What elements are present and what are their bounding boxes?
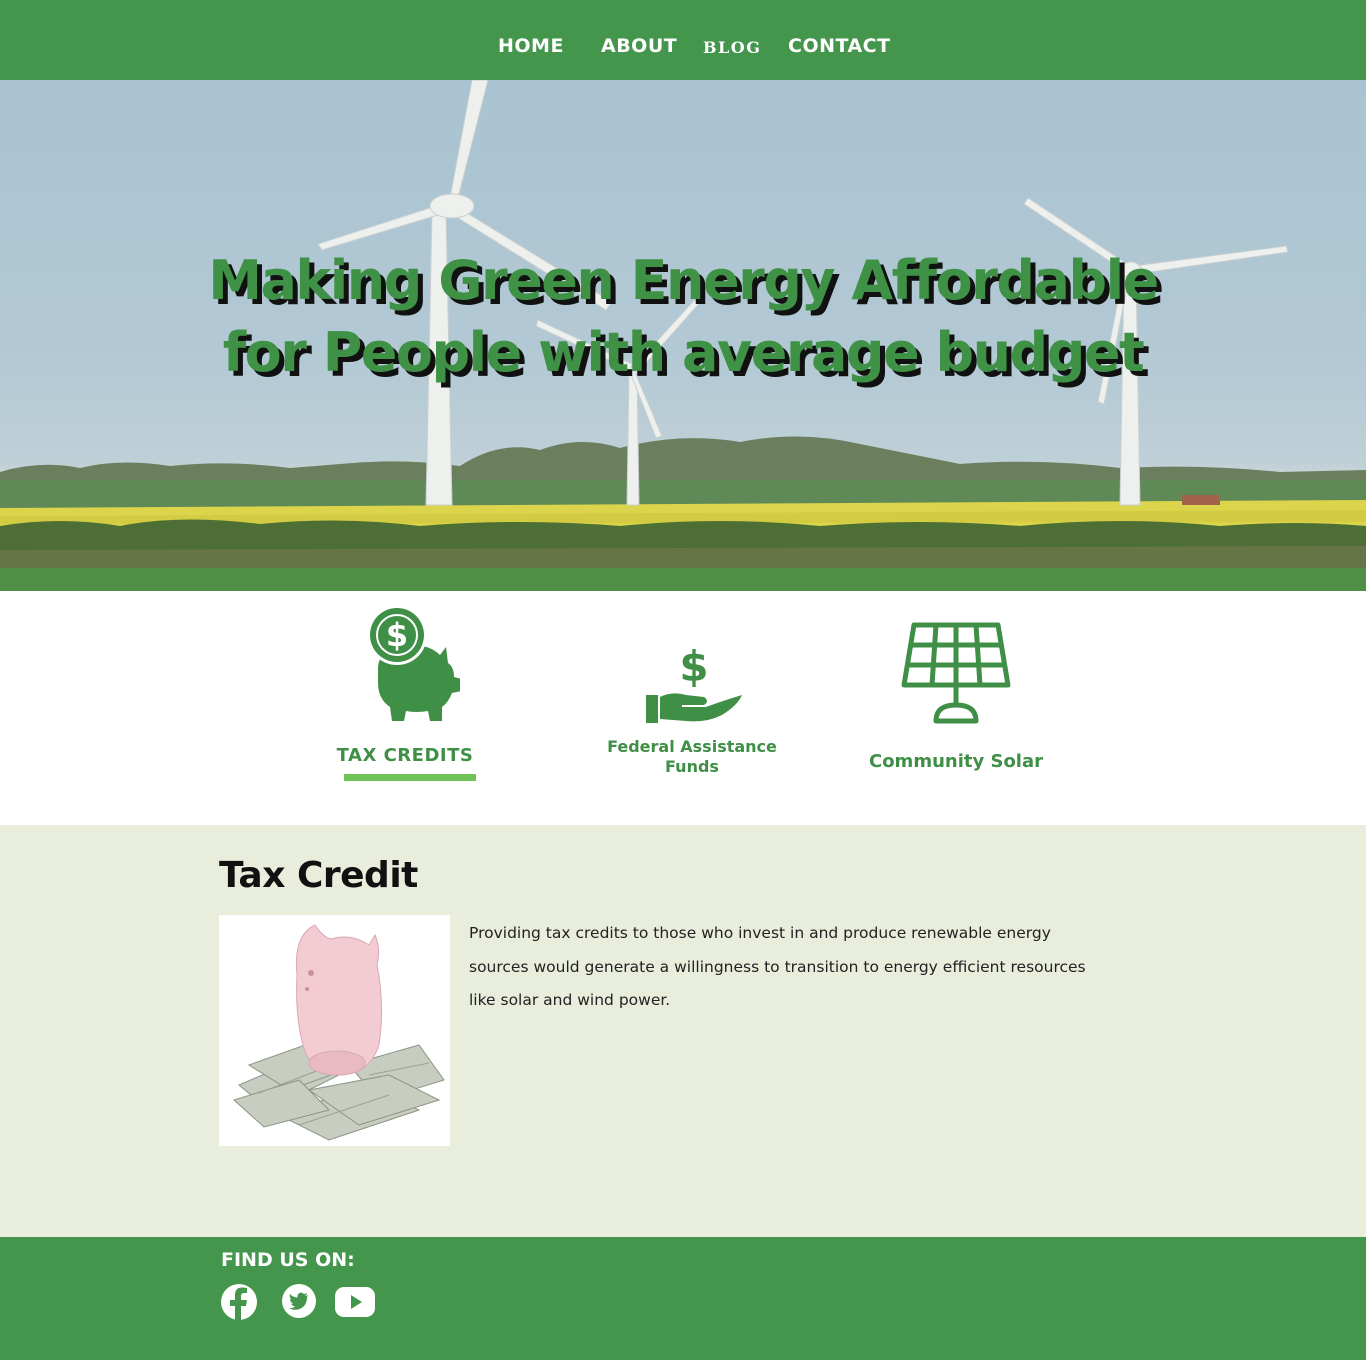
hero-title-line-2: for People with average budget [222,321,1145,384]
footer: FIND US ON: [0,1237,1366,1360]
tax-credit-section: Tax Credit Providing tax credits to thos… [0,825,1366,1237]
facebook-icon[interactable] [220,1283,258,1325]
piggy-bank-coin-icon: $ [367,607,460,721]
tab-community-solar-label: Community Solar [868,751,1043,772]
feature-tabs: $ TAX CREDITS $ Federal Assistance Funds [0,591,1366,825]
dollar-hand-icon: $ [646,645,742,723]
nav-about-link[interactable]: ABOUT [601,34,677,58]
tab-tax-credits-label: TAX CREDITS [336,745,474,766]
tab-community-solar[interactable]: Community Solar [862,621,1050,772]
section-title: Tax Credit [219,855,418,896]
tab-federal-assistance-label-line-1: Federal Assistance [607,737,777,756]
active-tab-indicator [344,774,476,781]
solar-panel-icon [901,622,1011,724]
twitter-icon[interactable] [281,1283,317,1323]
find-us-label: FIND US ON: [221,1249,355,1271]
hero-banner: Making Green Energy Affordable for Peopl… [0,80,1366,591]
nav-blog-link[interactable]: BLOG [703,36,761,60]
top-nav: HOME ABOUT BLOG CONTACT [0,0,1366,80]
svg-text:$: $ [386,616,408,654]
svg-text:$: $ [679,645,708,691]
hero-title: Making Green Energy Affordable for Peopl… [0,245,1366,389]
nav-home-link[interactable]: HOME [498,34,564,58]
hero-title-line-1: Making Green Energy Affordable [208,249,1159,312]
tab-federal-assistance-label-line-2: Funds [665,757,719,776]
youtube-icon[interactable] [335,1287,375,1321]
tab-federal-assistance[interactable]: $ Federal Assistance Funds [600,645,784,777]
tab-federal-assistance-label: Federal Assistance Funds [600,737,784,777]
piggy-bank-on-money-photo [219,915,450,1146]
nav-contact-link[interactable]: CONTACT [788,34,891,58]
tab-tax-credits[interactable]: $ TAX CREDITS [330,607,480,766]
section-body: Providing tax credits to those who inves… [469,924,1086,1009]
